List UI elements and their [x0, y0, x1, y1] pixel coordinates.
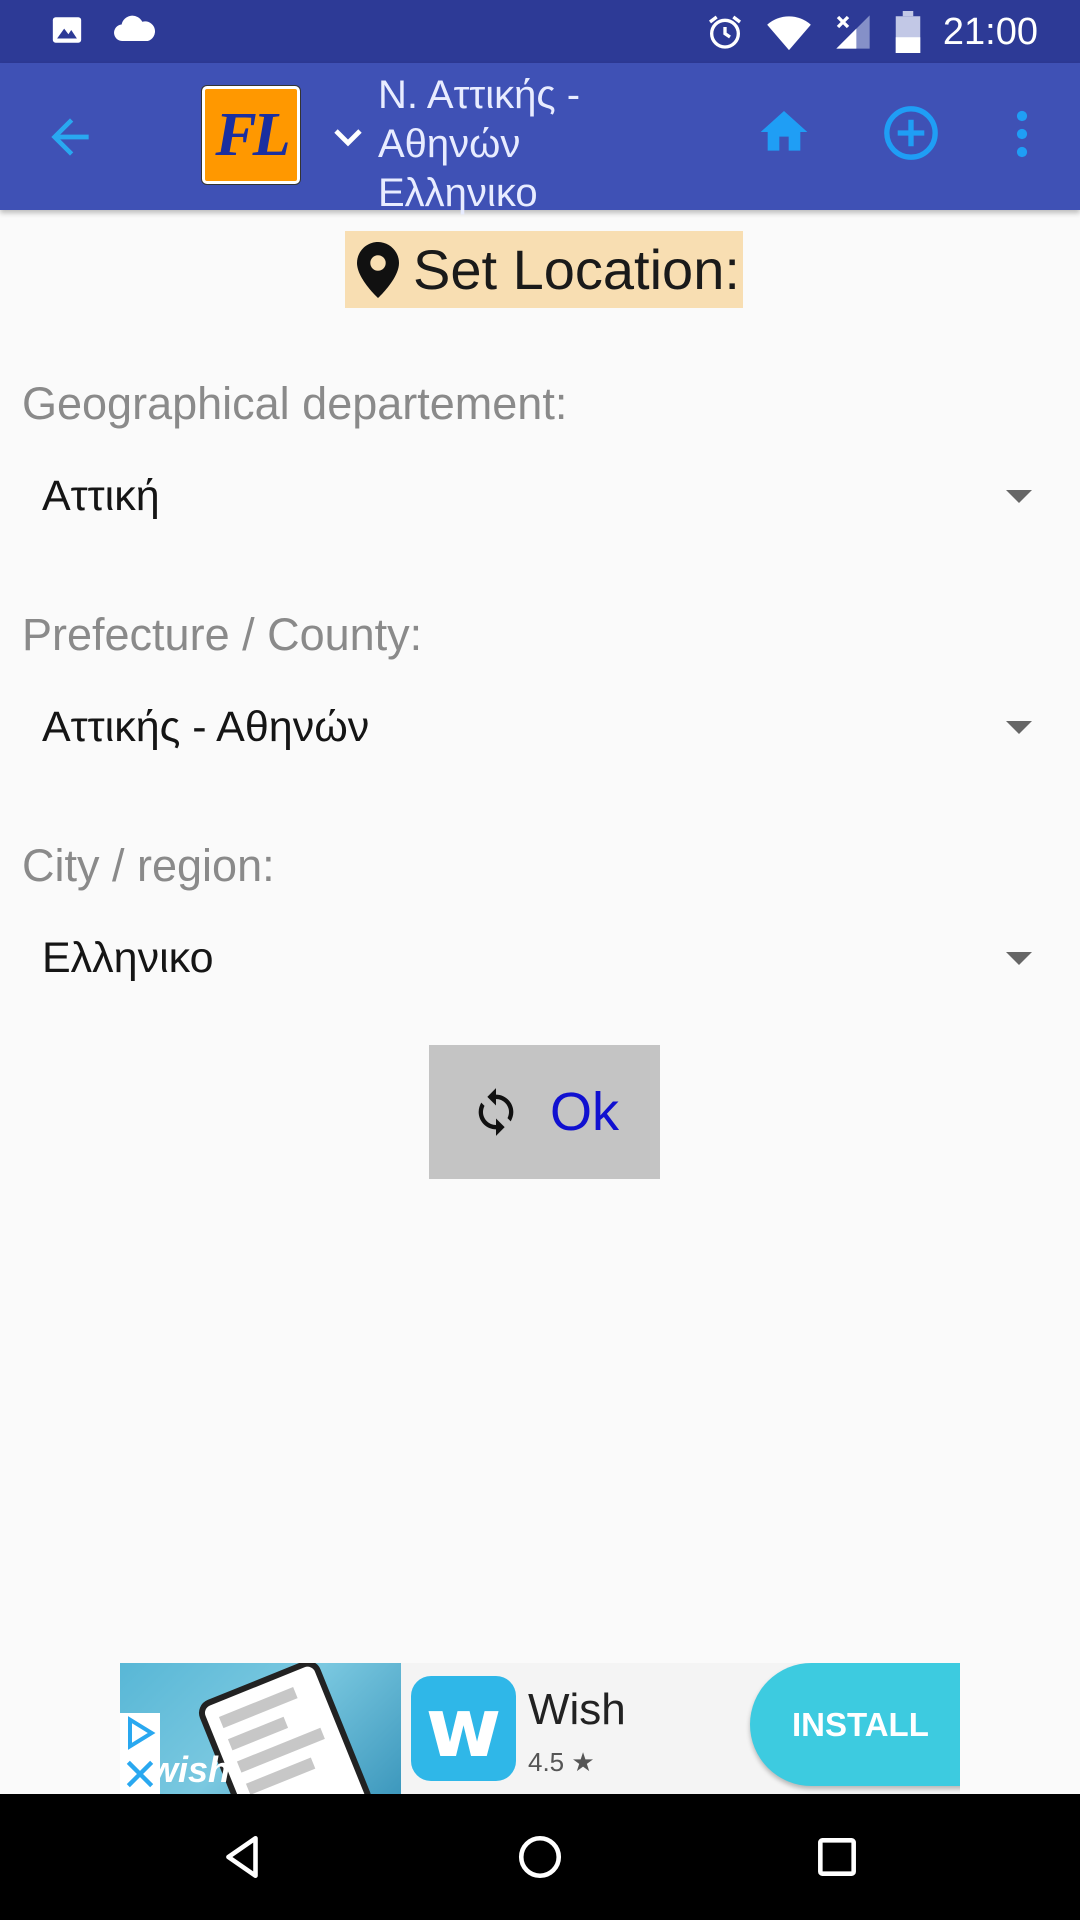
- ok-button[interactable]: Ok: [429, 1045, 660, 1179]
- set-location-heading: Set Location:: [345, 231, 743, 308]
- cloud-icon: [114, 15, 156, 42]
- ad-banner[interactable]: wish w Wish 4.5 ★ INSTALL: [120, 1663, 960, 1794]
- more-vert-icon[interactable]: [1004, 110, 1040, 158]
- set-location-label: Set Location:: [413, 238, 740, 301]
- prefecture-county-dropdown[interactable]: Αττικής - Αθηνών: [22, 691, 1032, 771]
- ad-choices[interactable]: [120, 1713, 160, 1794]
- app-logo[interactable]: FL: [202, 86, 300, 184]
- dropdown-arrow-icon: [1006, 721, 1032, 734]
- home-icon[interactable]: [756, 104, 812, 160]
- ad-app-name[interactable]: Wish: [528, 1685, 626, 1735]
- app-title-line-3: Ελληνικο: [378, 171, 538, 215]
- geographical-department-value: Αττική: [42, 472, 160, 520]
- status-time: 21:00: [942, 11, 1038, 53]
- city-region-dropdown[interactable]: Ελληνικο: [22, 922, 1032, 1002]
- nav-recents-icon[interactable]: [812, 1832, 862, 1882]
- dropdown-arrow-icon: [1006, 952, 1032, 965]
- wish-app-icon-letter: w: [425, 1680, 502, 1776]
- ad-image-wordmark: wish: [150, 1749, 231, 1790]
- star-icon: ★: [571, 1747, 595, 1777]
- nav-back-icon[interactable]: [218, 1832, 268, 1882]
- battery-icon: [895, 11, 921, 53]
- ad-choices-icon[interactable]: [120, 1713, 160, 1753]
- image-icon: [52, 17, 82, 43]
- ok-button-label: Ok: [549, 1082, 619, 1142]
- location-pin-icon: [357, 241, 399, 298]
- city-region-value: Ελληνικο: [42, 934, 214, 982]
- ad-close-icon[interactable]: [120, 1754, 160, 1794]
- status-bar: 21:00: [0, 0, 1080, 63]
- navigation-bar: [0, 1794, 1080, 1920]
- signal-icon: [836, 15, 870, 49]
- ad-rating-value: 4.5: [528, 1747, 565, 1777]
- app-logo-text: FL: [215, 100, 290, 169]
- nav-home-icon[interactable]: [515, 1832, 565, 1882]
- install-button[interactable]: INSTALL: [750, 1663, 960, 1786]
- prefecture-county-value: Αττικής - Αθηνών: [42, 703, 370, 751]
- city-region-label: City / region:: [22, 840, 275, 891]
- alarm-icon: [708, 15, 741, 49]
- status-right-icons: 21:00: [705, 8, 1038, 56]
- status-left-icons: [50, 13, 156, 47]
- app-title-line-2: Αθηνών: [378, 122, 521, 166]
- dropdown-arrow-icon: [1006, 490, 1032, 503]
- wish-app-icon[interactable]: w: [411, 1676, 516, 1781]
- ad-image[interactable]: wish: [120, 1663, 401, 1794]
- prefecture-county-label: Prefecture / County:: [22, 609, 423, 660]
- app-title[interactable]: Ν. Αττικής - Αθηνών Ελληνικο: [378, 71, 738, 218]
- arrow-back-icon[interactable]: [42, 109, 98, 165]
- wifi-icon: [767, 16, 811, 51]
- chevron-down-icon[interactable]: [330, 119, 366, 155]
- geographical-department-dropdown[interactable]: Αττική: [22, 460, 1032, 540]
- app-title-line-1: Ν. Αττικής -: [378, 73, 581, 117]
- install-button-label: INSTALL: [792, 1705, 929, 1743]
- add-circle-icon[interactable]: [882, 104, 940, 162]
- geographical-department-label: Geographical departement:: [22, 378, 568, 429]
- ad-rating: 4.5 ★: [528, 1747, 595, 1778]
- refresh-icon: [478, 1088, 514, 1136]
